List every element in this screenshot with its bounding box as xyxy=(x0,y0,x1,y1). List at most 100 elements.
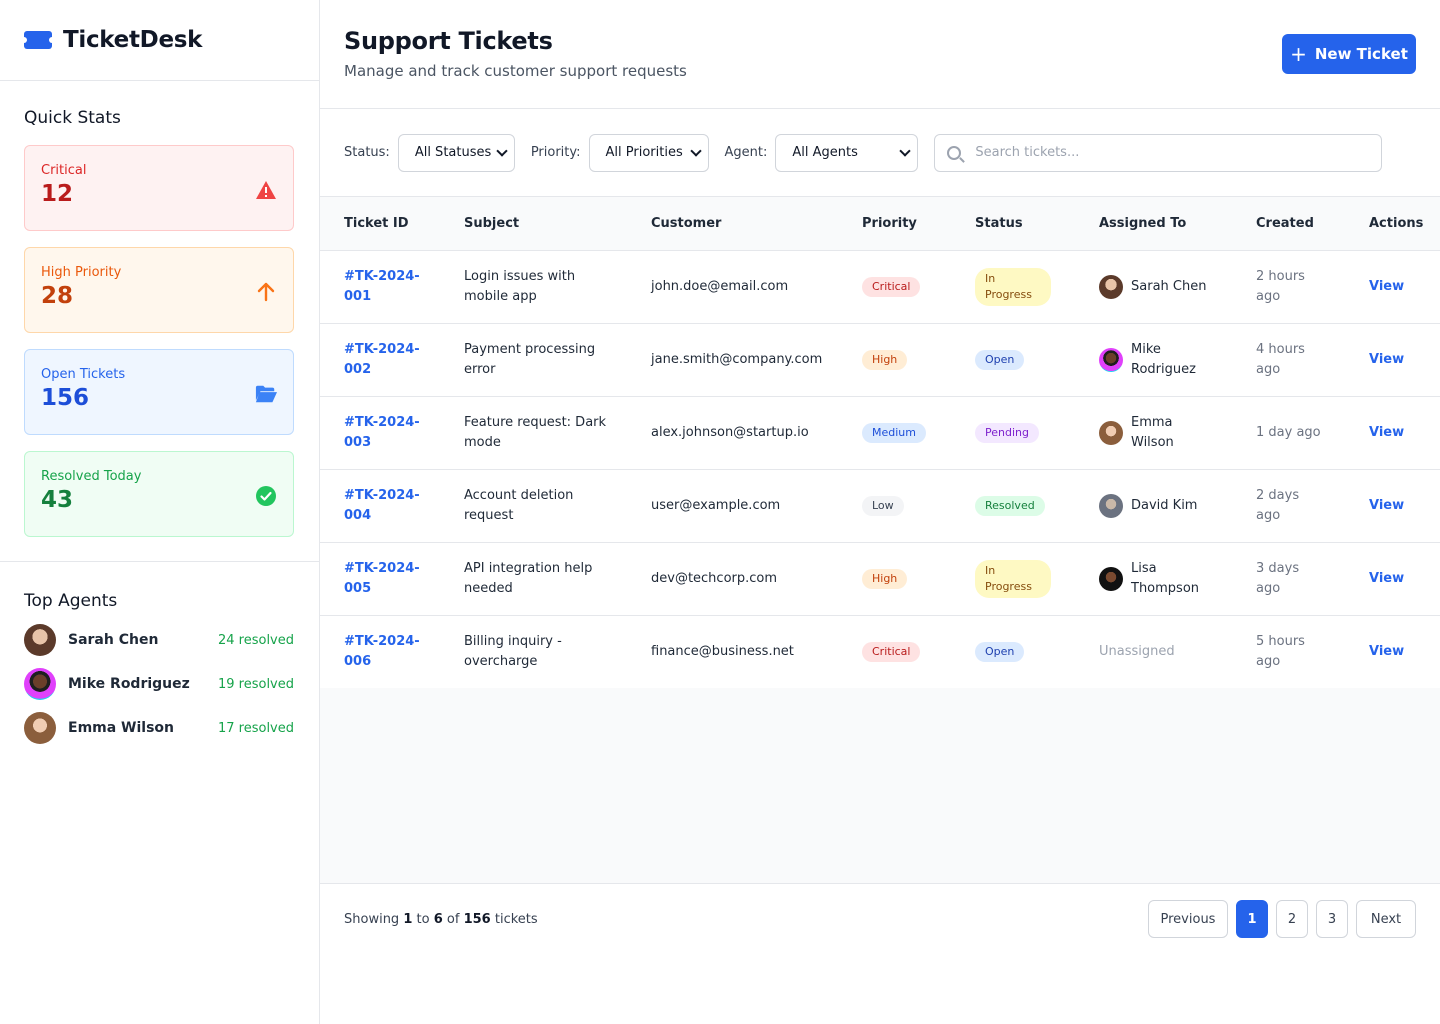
assignee-name: Mike Rodriguez xyxy=(1131,341,1196,377)
new-ticket-button[interactable]: + New Ticket xyxy=(1282,34,1416,74)
pagination-summary: Showing 1 to 6 of 156 tickets xyxy=(344,912,1140,927)
column-header[interactable]: Priority xyxy=(862,197,975,251)
ticket-subject: Payment processing error xyxy=(464,341,596,377)
agent-name: Sarah Chen xyxy=(68,632,159,648)
stat-value: 12 xyxy=(41,181,74,207)
avatar xyxy=(1099,420,1123,445)
ticket-id-link[interactable]: #TK-2024-001 xyxy=(344,267,424,307)
view-link[interactable]: View xyxy=(1369,352,1404,367)
status-filter-select[interactable]: All Statuses xyxy=(397,133,515,172)
page-button-1[interactable]: 1 xyxy=(1236,900,1268,938)
column-header[interactable]: Customer xyxy=(651,197,862,251)
ticket-id-link[interactable]: #TK-2024-004 xyxy=(344,486,424,526)
view-link[interactable]: View xyxy=(1369,279,1404,294)
customer-email: dev@techcorp.com xyxy=(651,570,778,586)
ticket-id-link[interactable]: #TK-2024-005 xyxy=(344,559,424,599)
ticket-subject: Account deletion request xyxy=(464,487,574,523)
assignee-name: Unassigned xyxy=(1099,643,1175,659)
select-value: All Statuses xyxy=(414,145,492,160)
tickets-table: Ticket ID Subject Customer Priority Stat… xyxy=(320,197,1440,688)
next-page-button[interactable]: Next xyxy=(1356,900,1416,938)
assignee: David Kim xyxy=(1099,493,1256,518)
avatar xyxy=(1099,274,1123,299)
agent-filter-select[interactable]: All Agents xyxy=(775,133,919,172)
search-icon xyxy=(947,145,962,160)
chevron-down-icon xyxy=(689,144,702,157)
table-row[interactable]: #TK-2024-001 Login issues with mobile ap… xyxy=(320,250,1440,323)
agent-row[interactable]: Emma Wilson 17 resolved xyxy=(24,706,294,750)
table-row[interactable]: #TK-2024-004 Account deletion request us… xyxy=(320,469,1440,542)
warning-triangle-icon xyxy=(255,179,277,201)
brand[interactable]: TicketDesk xyxy=(0,0,319,81)
stat-card-open-tickets[interactable]: Open Tickets 156 xyxy=(24,349,294,435)
avatar xyxy=(1099,493,1123,518)
assignee-name: Lisa Thompson xyxy=(1131,560,1200,596)
stat-label: High Priority xyxy=(41,265,122,280)
column-header[interactable]: Status xyxy=(975,197,1099,251)
avatar xyxy=(24,712,56,744)
assignee: Lisa Thompson xyxy=(1099,559,1256,599)
table-row[interactable]: #TK-2024-006 Billing inquiry - overcharg… xyxy=(320,615,1440,688)
status-filter-label: Status: xyxy=(344,145,390,160)
column-header[interactable]: Created xyxy=(1256,197,1369,251)
column-header[interactable]: Actions xyxy=(1369,197,1440,251)
priority-badge: High xyxy=(862,349,908,370)
created-time: 4 hours ago xyxy=(1256,341,1305,377)
quick-stats: Quick Stats Critical 12 High Priority 28… xyxy=(0,81,319,537)
page-button-2[interactable]: 2 xyxy=(1276,900,1308,938)
select-value: All Priorities xyxy=(605,145,683,160)
ticket-subject: Feature request: Dark mode xyxy=(464,414,607,450)
status-badge: In Progress xyxy=(975,559,1051,598)
priority-badge: Low xyxy=(862,495,904,516)
ticket-id-link[interactable]: #TK-2024-003 xyxy=(344,413,424,453)
view-link[interactable]: View xyxy=(1369,498,1404,513)
table-row[interactable]: #TK-2024-003 Feature request: Dark mode … xyxy=(320,396,1440,469)
agent-row[interactable]: Sarah Chen 24 resolved xyxy=(24,618,294,662)
table-row[interactable]: #TK-2024-002 Payment processing error ja… xyxy=(320,323,1440,396)
summary-to: 6 xyxy=(433,911,443,927)
page-header: Support Tickets Manage and track custome… xyxy=(320,0,1440,109)
stat-card-critical[interactable]: Critical 12 xyxy=(24,145,294,231)
priority-filter-label: Priority: xyxy=(530,145,581,160)
plus-icon: + xyxy=(1290,42,1307,66)
page-subtitle: Manage and track customer support reques… xyxy=(344,62,687,80)
assignee-name: Emma Wilson xyxy=(1131,414,1174,450)
stat-value: 156 xyxy=(41,385,90,411)
stat-card-resolved-today[interactable]: Resolved Today 43 xyxy=(24,451,294,537)
agent-filter-label: Agent: xyxy=(724,145,768,160)
stat-label: Critical xyxy=(41,163,87,178)
stat-value: 43 xyxy=(41,487,74,513)
customer-email: alex.johnson@startup.io xyxy=(651,424,809,440)
chevron-down-icon xyxy=(496,144,508,157)
stat-card-high-priority[interactable]: High Priority 28 xyxy=(24,247,294,333)
ticket-id-link[interactable]: #TK-2024-002 xyxy=(344,340,424,380)
table-area: Ticket ID Subject Customer Priority Stat… xyxy=(320,197,1440,954)
agent-resolved-count: 19 resolved xyxy=(217,676,294,692)
view-link[interactable]: View xyxy=(1369,644,1404,659)
priority-filter-select[interactable]: All Priorities xyxy=(588,133,709,172)
customer-email: user@example.com xyxy=(651,497,781,513)
status-badge: Open xyxy=(975,641,1025,662)
created-time: 1 day ago xyxy=(1256,424,1321,440)
avatar xyxy=(24,624,56,656)
table-row[interactable]: #TK-2024-005 API integration help needed… xyxy=(320,542,1440,615)
view-link[interactable]: View xyxy=(1369,425,1404,440)
search-input[interactable] xyxy=(975,145,1356,160)
ticket-id-link[interactable]: #TK-2024-006 xyxy=(344,632,424,672)
quick-stats-title: Quick Stats xyxy=(24,108,121,128)
agent-row[interactable]: Mike Rodriguez 19 resolved xyxy=(24,662,294,706)
previous-page-button[interactable]: Previous xyxy=(1148,900,1228,938)
check-circle-icon xyxy=(255,485,277,507)
page-button-3[interactable]: 3 xyxy=(1316,900,1348,938)
view-link[interactable]: View xyxy=(1369,571,1404,586)
new-ticket-label: New Ticket xyxy=(1314,45,1408,63)
pagination-footer: Showing 1 to 6 of 156 tickets Previous 1… xyxy=(320,883,1440,954)
stat-label: Resolved Today xyxy=(41,469,142,484)
status-badge: Pending xyxy=(975,422,1039,443)
column-header[interactable]: Assigned To xyxy=(1099,197,1256,251)
priority-badge: Critical xyxy=(862,276,921,297)
column-header[interactable]: Subject xyxy=(464,197,651,251)
search-box[interactable] xyxy=(934,133,1383,172)
column-header[interactable]: Ticket ID xyxy=(320,197,464,251)
status-badge: Resolved xyxy=(975,495,1045,516)
